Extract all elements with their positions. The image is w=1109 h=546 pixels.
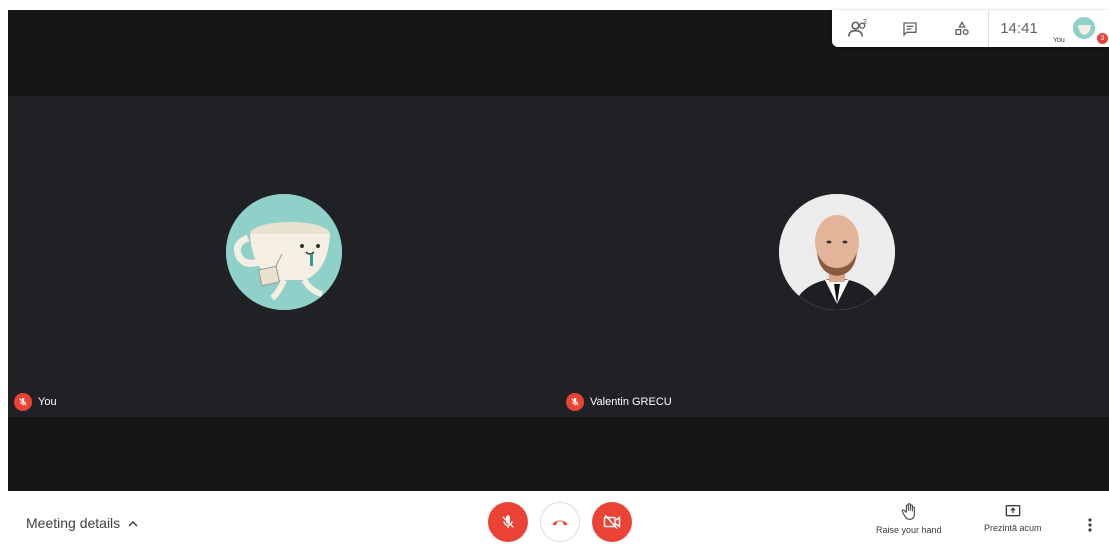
mic-off-icon (566, 393, 584, 411)
participant-tile-you[interactable]: You (8, 96, 560, 417)
chat-icon (903, 21, 917, 37)
participant-label: You (14, 393, 57, 411)
hand-icon (901, 503, 915, 520)
hang-up-icon (552, 520, 568, 526)
teacup-avatar (226, 194, 342, 310)
people-count: 2 (863, 19, 867, 26)
notification-badge: 3 (1097, 33, 1108, 44)
present-now-button[interactable]: Prezintă acum (984, 503, 1042, 533)
participant-name: You (38, 396, 57, 408)
shapes-icon (955, 20, 969, 35)
meeting-details-button[interactable]: Meeting details (26, 515, 138, 531)
participants-grid: You Valentin GRECU (8, 96, 1109, 417)
window-top-edge (0, 0, 1109, 10)
mic-off-icon (14, 393, 32, 411)
bottom-control-bar: Meeting details Raise your hand Prezintă… (0, 491, 1109, 546)
camera-off-icon (603, 514, 621, 530)
meeting-info-bar: 2 14:41 You 3 (832, 10, 1109, 47)
more-vertical-icon (1088, 518, 1092, 532)
chevron-up-icon (128, 520, 138, 527)
people-button[interactable]: 2 (832, 10, 884, 47)
participant-name: Valentin GRECU (590, 396, 672, 408)
mic-off-icon (502, 515, 514, 528)
meeting-clock: 14:41 (1000, 20, 1038, 37)
raise-hand-button[interactable]: Raise your hand (876, 503, 942, 535)
present-screen-icon (1005, 505, 1021, 517)
participant-label: Valentin GRECU (566, 393, 672, 411)
person-photo (779, 194, 895, 310)
window-left-edge (0, 10, 8, 491)
participant-tile-valentin[interactable]: Valentin GRECU (560, 96, 1109, 417)
self-avatar (1073, 17, 1095, 39)
self-view-button[interactable]: You 3 (1049, 10, 1109, 47)
activities-button[interactable] (936, 10, 988, 47)
self-label: You (1053, 37, 1065, 44)
chat-button[interactable] (884, 10, 936, 47)
leave-call-button[interactable] (540, 502, 580, 542)
meeting-details-label: Meeting details (26, 515, 121, 531)
more-options-button[interactable] (1082, 515, 1098, 535)
meeting-stage: You Valentin GRECU (8, 10, 1109, 491)
present-now-label: Prezintă acum (984, 523, 1042, 533)
camera-toggle-button[interactable] (592, 502, 632, 542)
microphone-toggle-button[interactable] (488, 502, 528, 542)
raise-hand-label: Raise your hand (876, 525, 942, 535)
